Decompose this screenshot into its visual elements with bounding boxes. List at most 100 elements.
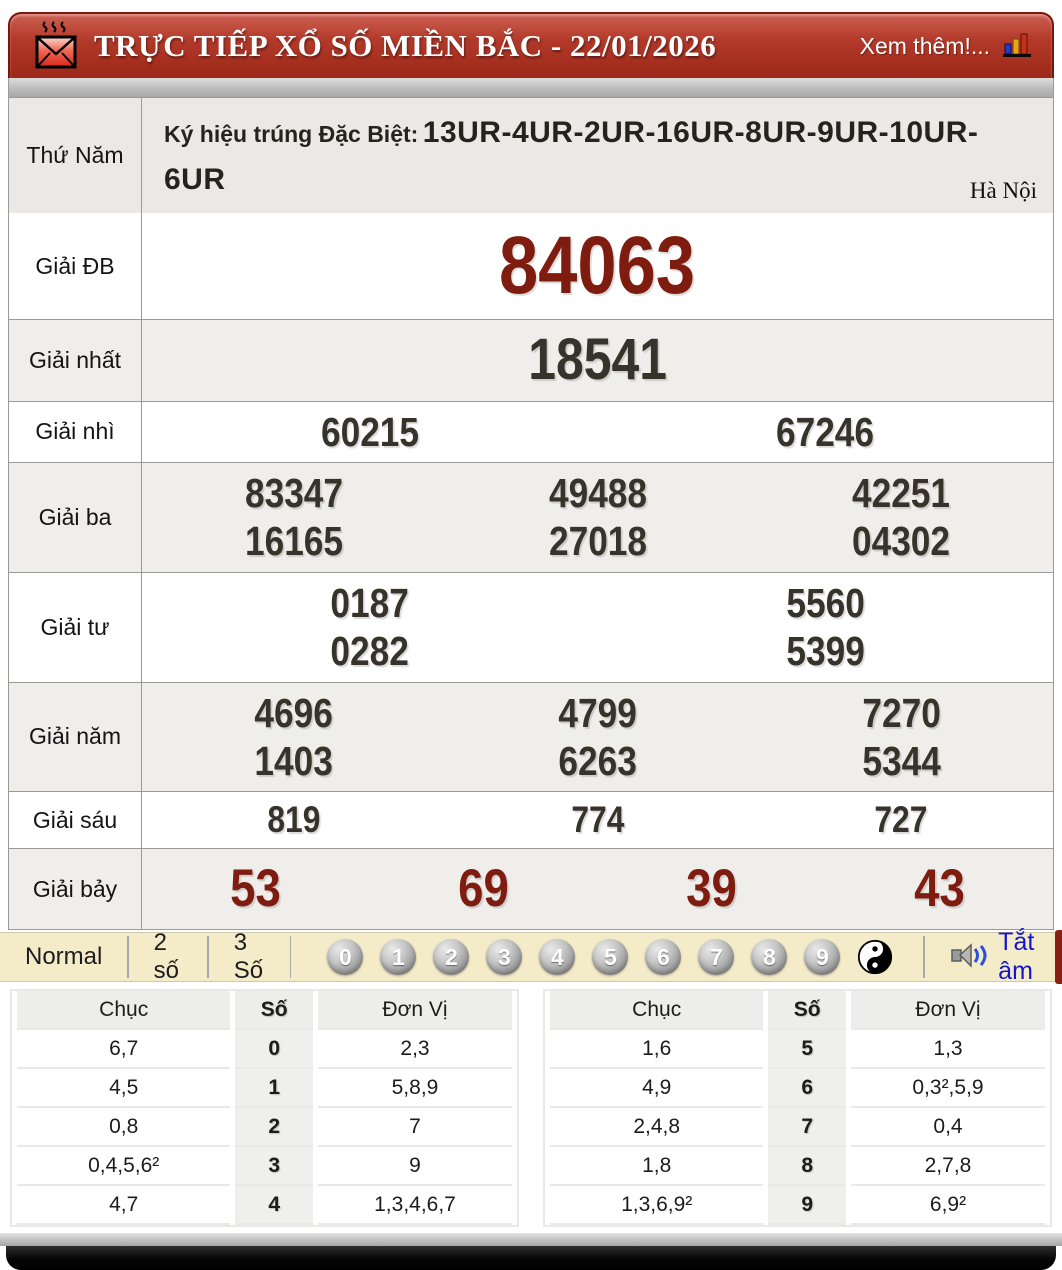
number-ball-4[interactable]: 4	[539, 939, 576, 976]
stats-cell: 1,6	[550, 1030, 764, 1070]
header-gray-strip	[8, 78, 1054, 97]
prize-line: 18541	[142, 326, 1053, 394]
number-ball-2[interactable]: 2	[433, 939, 470, 976]
prize-number: 53	[230, 858, 282, 918]
prize-cell: 27018	[446, 517, 750, 565]
stats-row: 2,4,8 7 0,4	[550, 1108, 1045, 1148]
stats-cell: 0	[235, 1030, 313, 1070]
edge-widget[interactable]	[1055, 930, 1062, 984]
yin-yang-icon[interactable]	[857, 939, 893, 975]
prize-row: Giải ĐB 84063	[9, 213, 1053, 320]
stats-cell: 2	[235, 1108, 313, 1148]
prize-cell: 0187	[142, 579, 598, 627]
footer-bar	[6, 1246, 1056, 1270]
number-ball-8[interactable]: 8	[751, 939, 788, 976]
prize-label: Giải năm	[9, 682, 142, 792]
stats-table-right: Chục Số Đơn Vị 1,6 5 1,3 4,9 6 0,3²,5,9 2,4,8 7 0,4…	[543, 989, 1052, 1228]
prize-number: 819	[267, 799, 321, 841]
number-balls: 0123456789	[327, 939, 841, 976]
prize-row: Giải bảy 53 69 39 43	[9, 847, 1053, 930]
number-ball-6[interactable]: 6	[645, 939, 682, 976]
prize-label: Giải nhất	[9, 320, 142, 401]
number-ball-9[interactable]: 9	[804, 939, 841, 976]
prize-number: 5344	[861, 737, 941, 784]
stats-cell: 9	[768, 1186, 846, 1226]
prize-cell: 4696	[142, 689, 446, 737]
prize-number: 16165	[244, 518, 343, 565]
prize-cell: 5399	[598, 627, 1054, 675]
stats-cell: 0,3²,5,9	[850, 1069, 1045, 1109]
stats-header: Số	[768, 991, 846, 1031]
prize-label: Giải ĐB	[9, 213, 142, 320]
stats-cell: 9	[317, 1147, 512, 1187]
prize-number: 18541	[528, 327, 667, 393]
see-more-link[interactable]: Xem thêm!...	[860, 33, 990, 60]
prize-cell: 1403	[142, 737, 446, 785]
prize-number: 6263	[558, 737, 637, 784]
prize-cell: 5344	[749, 737, 1053, 785]
prize-line: 84063	[142, 220, 1053, 311]
stats-header: Đơn Vị	[317, 991, 512, 1031]
prize-number: 4799	[558, 689, 637, 736]
draw-sign-cell: Ký hiệu trúng Đặc Biệt: 13UR-4UR-2UR-16U…	[142, 98, 1053, 213]
number-ball-7[interactable]: 7	[698, 939, 735, 976]
prize-cell: 04302	[749, 517, 1053, 565]
bar-chart-icon[interactable]	[1002, 30, 1034, 63]
prize-values: 83347 49488 42251 16165 27018 04302	[142, 463, 1053, 572]
prize-row: Giải sáu 819 774 727	[9, 791, 1053, 848]
stats-cell: 2,4,8	[550, 1108, 764, 1148]
prize-cell: 819	[142, 798, 446, 842]
number-ball-0[interactable]: 0	[327, 939, 364, 976]
stats-header: Chục	[17, 991, 231, 1031]
prize-row: Giải nhì 60215 67246	[9, 400, 1053, 462]
stats-cell: 2,3	[317, 1030, 512, 1070]
number-ball-5[interactable]: 5	[592, 939, 629, 976]
prize-number: 1403	[254, 737, 334, 784]
prize-label: Giải bảy	[9, 848, 142, 930]
prize-cell: 774	[446, 798, 750, 842]
stats-cell: 5	[768, 1030, 846, 1070]
number-ball-1[interactable]: 1	[380, 939, 417, 976]
controls-bar: Normal 2 số 3 Số 0123456789 Tắt âm	[0, 928, 1062, 985]
stats-cell: 0,4,5,6²	[17, 1147, 231, 1187]
number-ball-3[interactable]: 3	[486, 939, 523, 976]
stats-header: Chục	[550, 991, 764, 1031]
stats-row: 4,7 4 1,3,4,6,7	[17, 1186, 512, 1226]
prize-number: 5399	[786, 628, 865, 675]
stats-row: 4,9 6 0,3²,5,9	[550, 1069, 1045, 1109]
prize-number: 42251	[852, 470, 951, 516]
mode-option-1[interactable]: 2 số	[129, 929, 208, 984]
hot-mail-icon[interactable]	[32, 20, 80, 72]
prize-line: 16165 27018 04302	[142, 517, 1053, 565]
prize-values: 84063	[142, 213, 1053, 319]
prize-label: Giải ba	[9, 463, 142, 572]
prize-values: 819 774 727	[142, 792, 1053, 848]
prize-number: 4696	[254, 689, 334, 736]
stats-cell: 4,5	[17, 1069, 231, 1109]
prize-number: 67246	[776, 408, 875, 455]
results-rows: Giải ĐB 84063 Giải nhất 18541 Giải nhì 60215 6…	[9, 213, 1054, 930]
prize-number: 5560	[786, 579, 865, 626]
stats-row: 1,8 8 2,7,8	[550, 1147, 1045, 1187]
prize-values: 60215 67246	[142, 402, 1053, 462]
mode-option-2[interactable]: 3 Số	[209, 929, 290, 984]
page-title: TRỰC TIẾP XỔ SỐ MIỀN BẮC - 22/01/2026	[94, 28, 717, 63]
stats-cell: 1,3	[850, 1030, 1045, 1070]
prize-line: 4696 4799 7270	[142, 689, 1053, 737]
prize-number: 0282	[330, 628, 409, 675]
stats-cell: 0,4	[850, 1108, 1045, 1148]
header: TRỰC TIẾP XỔ SỐ MIỀN BẮC - 22/01/2026 Xe…	[8, 12, 1054, 78]
prize-line: 819 774 727	[142, 798, 1053, 842]
prize-values: 4696 4799 7270 1403 6263 5344	[142, 683, 1053, 792]
mute-button[interactable]: Tắt âm	[951, 928, 1062, 986]
stats-cell: 6,9²	[850, 1186, 1045, 1226]
mode-option-0[interactable]: Normal	[0, 937, 127, 977]
prize-row: Giải ba 83347 49488 42251 16165 27018 04302	[9, 462, 1053, 572]
prize-cell: 7270	[749, 689, 1053, 737]
stats-cell: 7	[768, 1108, 846, 1148]
prize-number: 69	[458, 858, 509, 918]
stats-cell: 5,8,9	[317, 1069, 512, 1109]
prize-number: 0187	[330, 579, 409, 626]
stats-header-row: Chục Số Đơn Vị	[17, 991, 512, 1031]
stats-cell: 4	[235, 1186, 313, 1226]
